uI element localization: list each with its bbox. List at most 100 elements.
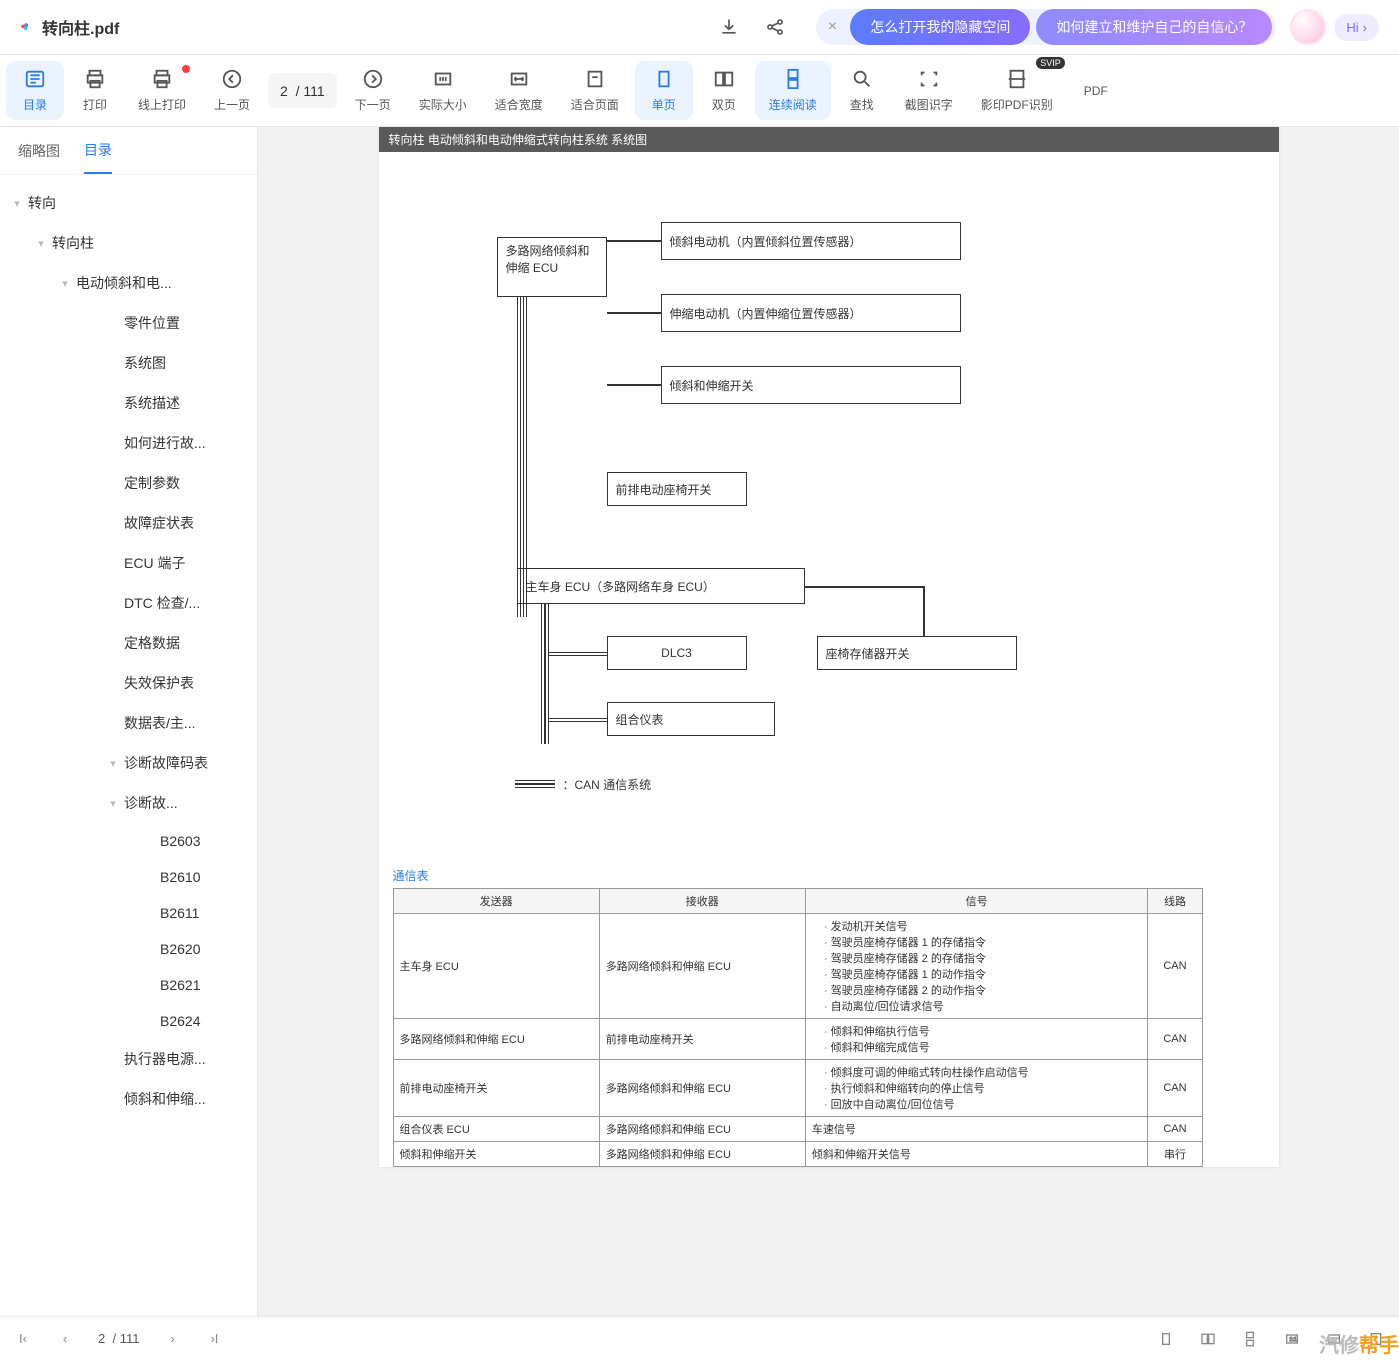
diagram-box-seat-switch: 前排电动座椅开关 — [607, 472, 747, 506]
pdf-page: 转向柱 电动倾斜和电动伸缩式转向柱系统 系统图 多路网络倾斜和伸缩 ECU 倾斜… — [379, 127, 1279, 1167]
last-page-icon[interactable]: ›I — [205, 1330, 223, 1348]
prev-page-icon[interactable]: ‹ — [56, 1330, 74, 1348]
prev-page-button[interactable]: 上一页 — [200, 55, 264, 126]
outline-item[interactable]: B2611 — [0, 895, 257, 931]
print-icon — [84, 68, 106, 90]
outline-item[interactable]: 系统描述 — [0, 383, 257, 423]
first-page-icon[interactable]: I‹ — [14, 1330, 32, 1348]
table-cell: 多路网络倾斜和伸缩 ECU — [599, 914, 805, 1019]
outline-item[interactable]: ▾电动倾斜和电... — [0, 263, 257, 303]
hi-chip[interactable]: Hi› — [1334, 14, 1379, 41]
outline-label: B2624 — [160, 1013, 200, 1029]
diagram-box-ecu: 多路网络倾斜和伸缩 ECU — [497, 237, 607, 297]
table-cell: 倾斜和伸缩开关 — [393, 1142, 599, 1167]
outline-item[interactable]: ECU 端子 — [0, 543, 257, 583]
continuous-view-icon[interactable] — [1241, 1330, 1259, 1348]
outline-item[interactable]: ▾转向柱 — [0, 223, 257, 263]
online-print-button[interactable]: 线上打印 — [124, 55, 200, 126]
outline-item[interactable]: ▾转向 — [0, 183, 257, 223]
fit-page-icon — [584, 68, 606, 90]
tab-outline[interactable]: 目录 — [84, 128, 112, 174]
outline-item[interactable]: 失效保护表 — [0, 663, 257, 703]
close-icon[interactable]: × — [820, 15, 844, 39]
single-page-button[interactable]: 单页 — [635, 61, 693, 120]
table-cell: 多路网络倾斜和伸缩 ECU — [599, 1060, 805, 1117]
fit-width-button[interactable]: 适合宽度 — [481, 55, 557, 126]
diagram-box-dlc3: DLC3 — [607, 636, 747, 670]
fit-page-button[interactable]: 适合页面 — [557, 55, 633, 126]
screenshot-icon — [918, 68, 940, 90]
table-title: 通信表 — [379, 857, 1279, 888]
outline-item[interactable]: 如何进行故... — [0, 423, 257, 463]
outline-label: 系统描述 — [124, 393, 180, 413]
outline-item[interactable]: B2624 — [0, 1003, 257, 1039]
outline-item[interactable]: B2610 — [0, 859, 257, 895]
outline-item[interactable]: 倾斜和伸缩... — [0, 1079, 257, 1119]
svg-text:1:1: 1:1 — [1289, 1337, 1296, 1343]
search-icon — [851, 68, 873, 90]
two-page-icon — [713, 68, 735, 90]
suggestion-pill-2[interactable]: 如何建立和维护自己的自信心？ — [1036, 9, 1272, 45]
pdf-ocr-button[interactable]: SVIP 影印PDF识别 — [967, 55, 1067, 126]
two-page-button[interactable]: 双页 — [695, 55, 753, 126]
outline-label: 数据表/主... — [124, 713, 196, 733]
document-title: 转向柱.pdf — [42, 15, 119, 39]
outline-item[interactable]: B2603 — [0, 823, 257, 859]
outline-item[interactable]: ▾诊断故... — [0, 783, 257, 823]
outline-label: 失效保护表 — [124, 673, 194, 693]
communication-table: 发送器接收器信号线路 主车身 ECU多路网络倾斜和伸缩 ECU发动机开关信号驾驶… — [393, 888, 1203, 1167]
continuous-scroll-button[interactable]: 连续阅读 — [755, 61, 831, 120]
chevron-left-icon — [221, 68, 243, 90]
outline-label: B2620 — [160, 941, 200, 957]
toolbar: 目录 打印 线上打印 上一页 2 / 111 下一页 实际大小 适合宽度 适合页… — [0, 55, 1399, 127]
table-row: 倾斜和伸缩开关多路网络倾斜和伸缩 ECU倾斜和伸缩开关信号串行 — [393, 1142, 1202, 1167]
table-cell: 倾斜度可调的伸缩式转向柱操作启动信号执行倾斜和伸缩转向的停止信号回放中自动离位/… — [805, 1060, 1148, 1117]
diagram-box-motor2: 伸缩电动机（内置伸缩位置传感器） — [661, 294, 961, 332]
toc-button[interactable]: 目录 — [6, 61, 64, 120]
page-indicator[interactable]: 2 / 111 — [268, 73, 337, 108]
can-legend-label: ：CAN 通信系统 — [563, 776, 652, 793]
outline-item[interactable]: DTC 检查/... — [0, 583, 257, 623]
pdf-viewer[interactable]: 转向柱 电动倾斜和电动伸缩式转向柱系统 系统图 多路网络倾斜和伸缩 ECU 倾斜… — [258, 127, 1399, 1316]
next-page-button[interactable]: 下一页 — [341, 55, 405, 126]
table-cell: 前排电动座椅开关 — [599, 1019, 805, 1060]
sidebar: 缩略图 目录 ▾转向▾转向柱▾电动倾斜和电... 零件位置系统图系统描述如何进行故… — [0, 127, 258, 1316]
pdf-extra-button[interactable]: PDF — [1067, 55, 1125, 126]
download-icon[interactable] — [718, 16, 740, 38]
search-button[interactable]: 查找 — [833, 55, 891, 126]
suggestion-pill-1[interactable]: 怎么打开我的隐藏空间 — [850, 9, 1030, 45]
actual-size-button[interactable]: 实际大小 — [405, 55, 481, 126]
chevron-right-icon: › — [1363, 20, 1367, 35]
diagram-box-meter: 组合仪表 — [607, 702, 775, 736]
share-icon[interactable] — [764, 16, 786, 38]
outline-label: 零件位置 — [124, 313, 180, 333]
table-cell: 发动机开关信号驾驶员座椅存储器 1 的存储指令驾驶员座椅存储器 2 的存储指令驾… — [805, 914, 1148, 1019]
outline-item[interactable]: 数据表/主... — [0, 703, 257, 743]
outline-item[interactable]: 定格数据 — [0, 623, 257, 663]
cloud-print-icon — [151, 68, 173, 90]
outline-tree[interactable]: ▾转向▾转向柱▾电动倾斜和电... 零件位置系统图系统描述如何进行故...定制参数… — [0, 175, 257, 1316]
table-header: 接收器 — [599, 889, 805, 914]
outline-item[interactable]: 故障症状表 — [0, 503, 257, 543]
suggestion-pills: × 怎么打开我的隐藏空间 如何建立和维护自己的自信心？ — [816, 9, 1276, 45]
print-button[interactable]: 打印 — [66, 55, 124, 126]
next-page-icon[interactable]: › — [163, 1330, 181, 1348]
diagram-box-switch1: 倾斜和伸缩开关 — [661, 366, 961, 404]
single-view-icon[interactable] — [1157, 1330, 1175, 1348]
outline-item[interactable]: B2621 — [0, 967, 257, 1003]
zoom-actual-icon[interactable]: 1:1 — [1283, 1330, 1301, 1348]
outline-item[interactable]: 执行器电源... — [0, 1039, 257, 1079]
app-logo-icon — [20, 16, 42, 38]
tab-thumbnails[interactable]: 缩略图 — [18, 129, 60, 173]
avatar[interactable] — [1290, 9, 1326, 45]
two-view-icon[interactable] — [1199, 1330, 1217, 1348]
sidebar-tabs: 缩略图 目录 — [0, 127, 257, 175]
outline-item[interactable]: 系统图 — [0, 343, 257, 383]
diagram-box-main-ecu: 主车身 ECU（多路网络车身 ECU） — [517, 568, 805, 604]
outline-item[interactable]: 零件位置 — [0, 303, 257, 343]
outline-item[interactable]: 定制参数 — [0, 463, 257, 503]
screenshot-ocr-button[interactable]: 截图识字 — [891, 55, 967, 126]
outline-item[interactable]: ▾诊断故障码表 — [0, 743, 257, 783]
outline-item[interactable]: B2620 — [0, 931, 257, 967]
table-cell: 组合仪表 ECU — [393, 1117, 599, 1142]
